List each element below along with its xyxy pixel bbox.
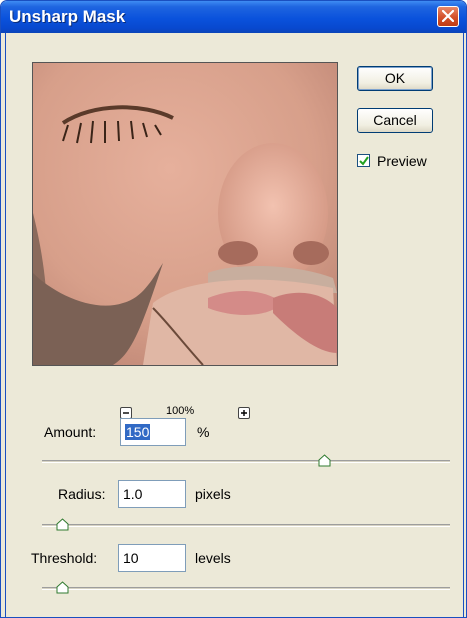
close-button[interactable] bbox=[437, 6, 459, 27]
radius-slider-thumb[interactable] bbox=[56, 518, 69, 536]
checkmark-icon bbox=[359, 156, 369, 166]
close-icon bbox=[442, 10, 454, 22]
threshold-input[interactable]: 10 bbox=[118, 544, 186, 572]
preview-image[interactable] bbox=[32, 62, 338, 366]
amount-input[interactable]: 150 bbox=[120, 418, 186, 446]
amount-value: 150 bbox=[125, 424, 151, 440]
radius-slider-track[interactable] bbox=[42, 518, 450, 531]
minus-icon bbox=[123, 412, 129, 414]
zoom-in-button[interactable] bbox=[238, 407, 250, 419]
amount-unit: % bbox=[197, 424, 210, 440]
radius-unit: pixels bbox=[195, 486, 231, 502]
dialog-body: OK Cancel Preview 100% Amount: 150 % Rad… bbox=[5, 33, 464, 617]
zoom-level: 100% bbox=[166, 405, 195, 417]
ok-button[interactable]: OK bbox=[357, 66, 433, 91]
cancel-button[interactable]: Cancel bbox=[357, 108, 433, 133]
slider-thumb-icon bbox=[56, 518, 69, 531]
dialog-title: Unsharp Mask bbox=[9, 7, 126, 26]
amount-slider-track[interactable] bbox=[42, 454, 450, 467]
unsharp-mask-dialog: Unsharp Mask OK Cancel Preview 100% Amou… bbox=[0, 0, 467, 618]
slider-thumb-icon bbox=[318, 454, 331, 467]
radius-label: Radius: bbox=[58, 486, 106, 502]
radius-input[interactable]: 1.0 bbox=[118, 480, 186, 508]
threshold-slider-thumb[interactable] bbox=[56, 581, 69, 599]
plus-icon bbox=[241, 410, 247, 416]
checkbox-box[interactable] bbox=[357, 154, 370, 167]
amount-slider-thumb[interactable] bbox=[318, 454, 331, 472]
threshold-unit: levels bbox=[195, 550, 231, 566]
amount-label: Amount: bbox=[44, 424, 97, 440]
threshold-label: Threshold: bbox=[31, 550, 98, 566]
preview-label: Preview bbox=[377, 153, 427, 169]
title-bar[interactable]: Unsharp Mask bbox=[1, 1, 466, 33]
threshold-slider-track[interactable] bbox=[42, 581, 450, 594]
slider-thumb-icon bbox=[56, 581, 69, 594]
